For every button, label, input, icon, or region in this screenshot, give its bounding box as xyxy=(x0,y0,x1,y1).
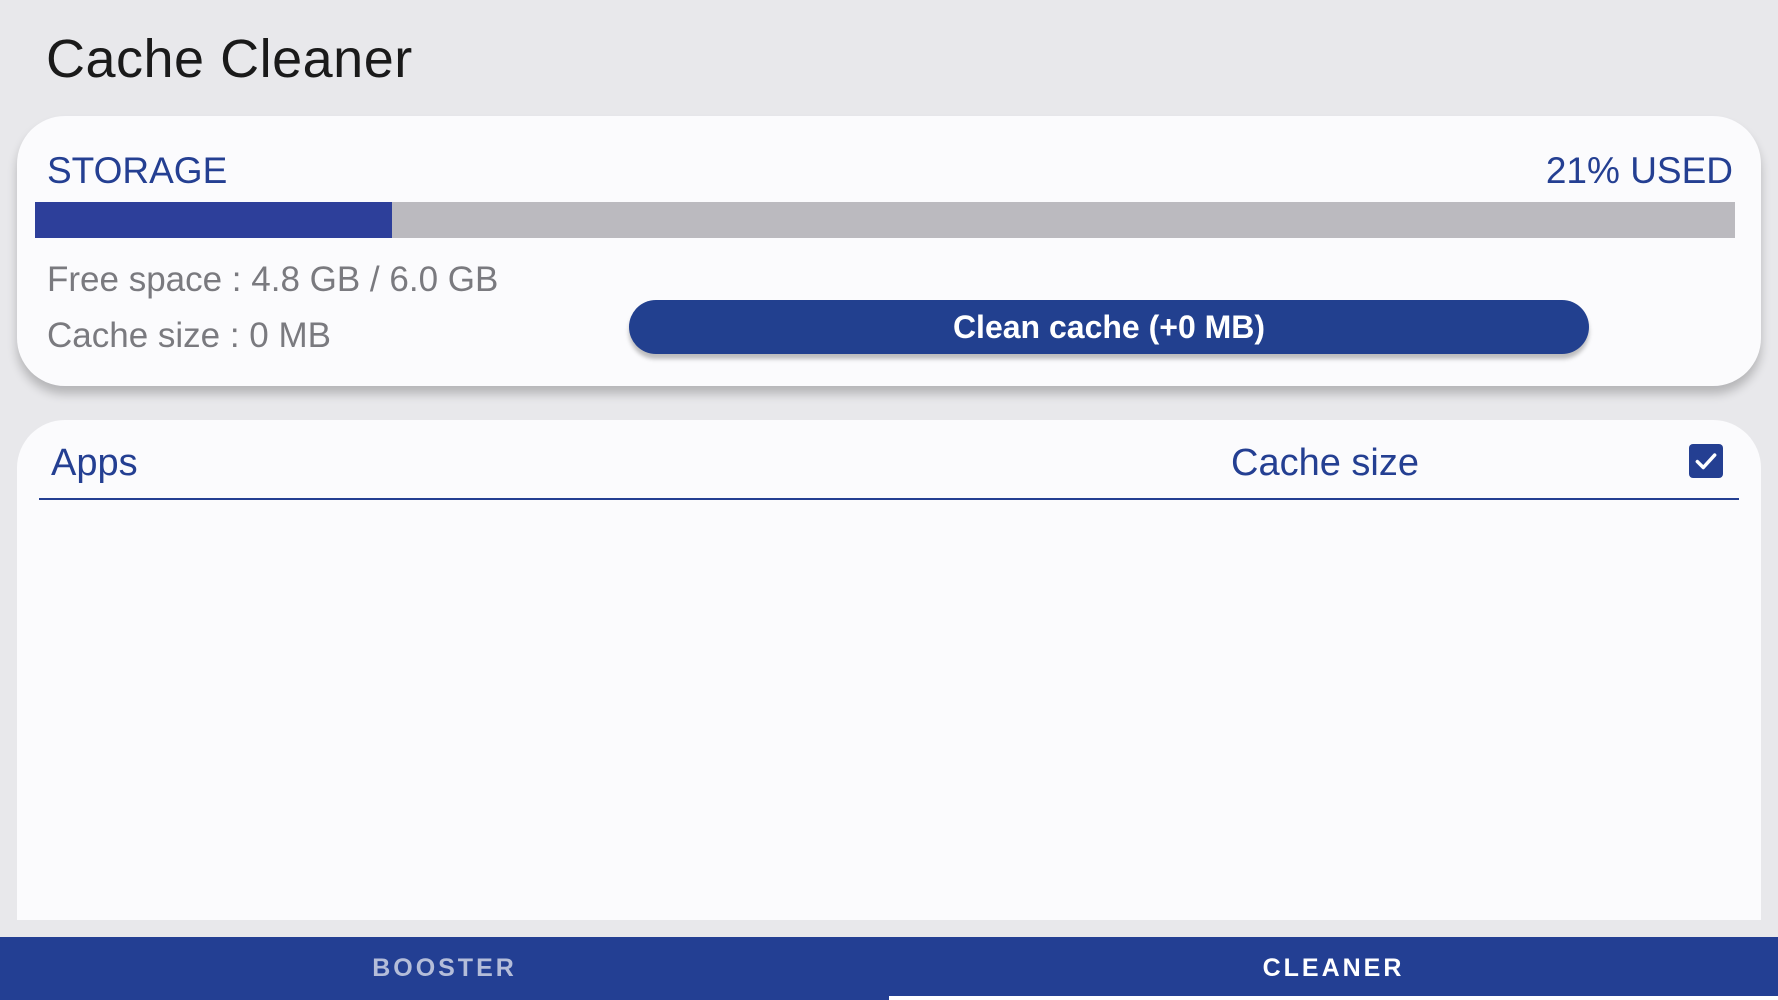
select-all-checkbox[interactable] xyxy=(1689,444,1723,478)
app-root: Cache Cleaner STORAGE 21% USED Free spac… xyxy=(0,0,1778,1000)
free-space-text: Free space : 4.8 GB / 6.0 GB xyxy=(47,260,499,299)
cache-size-text: Cache size : 0 MB xyxy=(47,316,331,355)
storage-card: STORAGE 21% USED Free space : 4.8 GB / 6… xyxy=(17,116,1761,386)
tab-cleaner[interactable]: CLEANER xyxy=(889,937,1778,1000)
checkmark-icon xyxy=(1695,453,1717,470)
page-title: Cache Cleaner xyxy=(46,29,413,89)
apps-list-card: Apps Cache size xyxy=(17,420,1761,920)
storage-progress-fill xyxy=(35,202,392,238)
storage-progress-bar xyxy=(35,202,1735,238)
storage-used-percent: 21% USED xyxy=(1545,150,1733,191)
tab-booster[interactable]: BOOSTER xyxy=(0,937,889,1000)
apps-column-header: Apps xyxy=(51,442,138,484)
cache-size-column-header: Cache size xyxy=(1231,442,1419,484)
clean-cache-button[interactable]: Clean cache (+0 MB) xyxy=(629,300,1589,354)
bottom-navigation: BOOSTER CLEANER xyxy=(0,937,1778,1000)
apps-list-header: Apps Cache size xyxy=(39,420,1739,500)
storage-label: STORAGE xyxy=(47,150,228,191)
